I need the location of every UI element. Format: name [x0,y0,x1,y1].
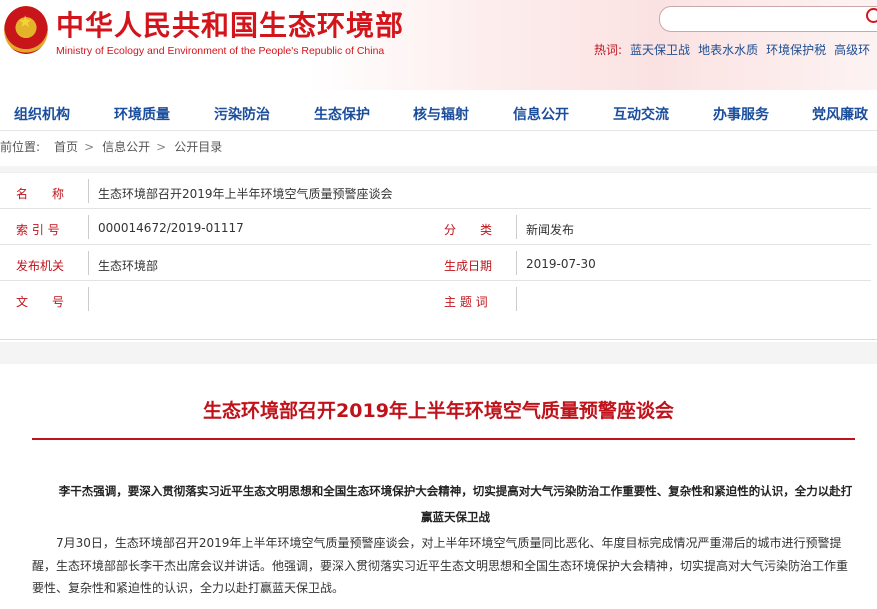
hot-word-link[interactable]: 环境保护税 [766,43,826,57]
breadcrumb-info-disclosure[interactable]: 信息公开 [102,140,150,154]
breadcrumb-separator: > [156,140,167,154]
divider [516,251,517,275]
date-label: 生成日期 [444,259,493,273]
article-lead: 李干杰强调，要深入贯彻落实习近平生态文明思想和全国生态环境保护大会精神，切实提高… [58,484,853,524]
search-input[interactable] [659,6,877,32]
hot-word-link[interactable]: 地表水水质 [698,43,758,57]
divider [88,287,89,311]
issuer-value: 生态环境部 [98,259,159,273]
site-header: ★ 中华人民共和国生态环境部 Ministry of Ecology and E… [0,0,877,90]
category-label: 分 类 [444,223,493,237]
index-value: 000014672/2019-01117 [98,221,244,235]
hot-word-link[interactable]: 蓝天保卫战 [630,43,690,57]
divider [88,179,89,203]
article-title: 生态环境部召开2019年上半年环境空气质量预警座谈会 [203,400,674,422]
breadcrumb-separator: > [84,140,95,154]
nav-item-party-integrity[interactable]: 党风廉政 [812,104,868,124]
nav-item-environment-quality[interactable]: 环境质量 [114,104,170,124]
breadcrumb: 当前位置: 首页 > 信息公开 > 公开目录 [0,138,228,155]
main-nav: 组织机构 环境质量 污染防治 生态保护 核与辐射 信息公开 互动交流 办事服务 … [0,96,877,131]
category-value: 新闻发布 [526,223,575,237]
divider [516,215,517,239]
hot-words-label: 热词: [594,43,623,57]
date-value: 2019-07-30 [526,257,596,271]
search-icon[interactable] [866,8,877,23]
meta-row: 名 称 生态环境部召开2019年上半年环境空气质量预警座谈会 [0,173,877,209]
divider [88,215,89,239]
breadcrumb-catalog[interactable]: 公开目录 [174,140,222,154]
article-body: 7月30日，生态环境部召开2019年上半年环境空气质量预警座谈会，对上半年环境空… [32,536,849,595]
section-spacer [0,342,877,364]
title-rule [32,438,855,440]
site-subtitle: Ministry of Ecology and Environment of t… [56,45,385,57]
issuer-label: 发布机关 [16,259,65,273]
name-label: 名 称 [16,187,65,201]
divider [88,251,89,275]
nav-item-services[interactable]: 办事服务 [713,104,769,124]
name-value: 生态环境部召开2019年上半年环境空气质量预警座谈会 [98,187,393,201]
document-meta-table: 名 称 生态环境部召开2019年上半年环境空气质量预警座谈会 索 引 号 000… [0,172,877,340]
nav-item-organization[interactable]: 组织机构 [14,104,70,124]
nav-item-information-disclosure[interactable]: 信息公开 [513,104,569,124]
breadcrumb-label: 当前位置: [0,140,41,154]
national-emblem-icon[interactable]: ★ [4,6,48,54]
index-label: 索 引 号 [16,223,60,237]
site-title[interactable]: 中华人民共和国生态环境部 [56,4,404,44]
hot-words: 热词: 蓝天保卫战 地表水水质 环境保护税 高级环 [594,41,870,58]
docno-label: 文 号 [16,295,65,309]
nav-item-interaction[interactable]: 互动交流 [613,104,669,124]
meta-row: 发布机关 生态环境部 生成日期 2019-07-30 [0,245,877,281]
breadcrumb-home[interactable]: 首页 [54,140,78,154]
nav-item-nuclear-radiation[interactable]: 核与辐射 [413,104,469,124]
meta-row: 索 引 号 000014672/2019-01117 分 类 新闻发布 [0,209,877,245]
nav-item-ecology-protection[interactable]: 生态保护 [314,104,370,124]
nav-item-pollution-control[interactable]: 污染防治 [214,104,270,124]
topic-label: 主 题 词 [444,295,488,309]
hot-word-link[interactable]: 高级环 [834,43,870,57]
meta-row: 文 号 主 题 词 [0,281,877,317]
divider [516,287,517,311]
